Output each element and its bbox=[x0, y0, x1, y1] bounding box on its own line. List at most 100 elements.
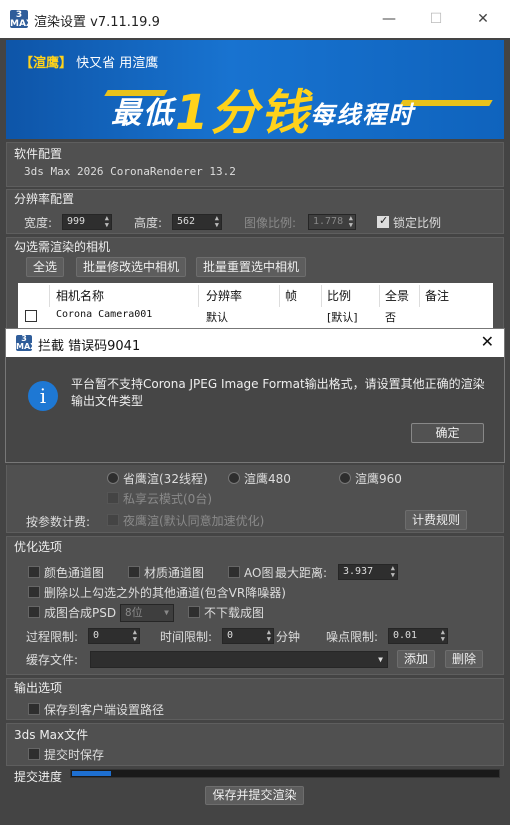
height-input[interactable]: 562 ▲ ▼ bbox=[172, 214, 222, 230]
close-button[interactable]: ✕ bbox=[466, 6, 500, 32]
add-cache-button[interactable]: 添加 bbox=[397, 650, 435, 668]
resolution-title: 分辨率配置 bbox=[14, 192, 75, 206]
submit-progress-label: 提交进度 bbox=[14, 770, 63, 784]
spinner-arrows-icon: ▲ ▼ bbox=[348, 214, 353, 229]
camera-resolution[interactable]: 默认 bbox=[206, 309, 228, 325]
render-option-1-label: 省鹰渲(32线程) bbox=[123, 472, 208, 486]
title-bar: 3 MAX 渲染设置 v7.11.19.9 — ☐ ✕ bbox=[0, 0, 510, 38]
save-client-path-checkbox[interactable] bbox=[28, 703, 40, 715]
batch-modify-button[interactable]: 批量修改选中相机 bbox=[76, 257, 186, 277]
camera-row-checkbox[interactable] bbox=[25, 310, 37, 322]
spinner-arrows-icon[interactable]: ▲ ▼ bbox=[133, 629, 137, 643]
ratio-value: 1.778 bbox=[313, 216, 344, 227]
minute-label: 分钟 bbox=[276, 630, 301, 644]
maximize-button[interactable]: ☐ bbox=[419, 6, 453, 32]
select-all-button[interactable]: 全选 bbox=[26, 257, 64, 277]
max-distance-label: 最大距离: bbox=[275, 566, 328, 580]
batch-reset-button[interactable]: 批量重置选中相机 bbox=[196, 257, 306, 277]
dialog-close-button[interactable]: ✕ bbox=[481, 332, 494, 351]
banner-tagline: 【渲鹰】 快又省 用渲鹰 bbox=[20, 52, 158, 71]
spinner-arrows-icon[interactable]: ▲ ▼ bbox=[105, 215, 109, 229]
spinner-arrows-icon[interactable]: ▲ ▼ bbox=[441, 629, 445, 643]
billing-rules-button[interactable]: 计费规则 bbox=[405, 510, 467, 530]
column-header-panorama[interactable]: 全景 bbox=[385, 287, 409, 304]
ao-checkbox[interactable] bbox=[228, 566, 240, 578]
billing-label: 按参数计费: bbox=[26, 515, 91, 529]
bit-depth-value: 8位 bbox=[125, 606, 143, 619]
dialog-title-bar: 3 MAX 拦截 错误码9041 ✕ bbox=[6, 329, 504, 357]
save-client-path-label: 保存到客户端设置路径 bbox=[44, 703, 165, 717]
output-title: 输出选项 bbox=[14, 681, 63, 695]
render-option-2-radio[interactable] bbox=[228, 472, 240, 484]
column-header-name[interactable]: 相机名称 bbox=[56, 287, 104, 304]
max-distance-value: 3.937 bbox=[343, 566, 374, 577]
dialog-title: 拦截 错误码9041 bbox=[38, 339, 141, 354]
delete-channels-checkbox[interactable] bbox=[28, 586, 40, 598]
banner-prefix: 最低 bbox=[111, 96, 175, 131]
height-value: 562 bbox=[177, 216, 196, 227]
column-divider bbox=[198, 285, 199, 307]
lock-ratio-checkbox[interactable] bbox=[377, 214, 389, 228]
3dsmax-logo-icon: 3 MAX bbox=[10, 10, 33, 29]
time-limit-value: 0 bbox=[227, 630, 234, 641]
ratio-input: 1.778 ▲ ▼ bbox=[308, 214, 356, 230]
width-value: 999 bbox=[67, 216, 86, 227]
spinner-arrows-icon[interactable]: ▲ ▼ bbox=[391, 565, 395, 579]
camera-panorama[interactable]: 否 bbox=[385, 309, 396, 325]
no-download-checkbox[interactable] bbox=[188, 606, 200, 618]
height-label: 高度: bbox=[134, 216, 163, 230]
noise-limit-label: 噪点限制: bbox=[326, 630, 379, 644]
process-limit-input[interactable]: 0 ▲ ▼ bbox=[88, 628, 140, 644]
camera-ratio[interactable]: [默认] bbox=[327, 309, 358, 325]
banner-price: 1分钱 bbox=[175, 85, 311, 139]
spinner-arrows-icon[interactable]: ▲ ▼ bbox=[267, 629, 271, 643]
process-limit-value: 0 bbox=[93, 630, 100, 641]
column-header-frame[interactable]: 帧 bbox=[285, 287, 297, 304]
save-on-submit-label: 提交时保存 bbox=[44, 748, 105, 762]
minimize-button[interactable]: — bbox=[372, 6, 406, 32]
bit-depth-select: 8位 ▼ bbox=[120, 604, 174, 622]
cache-file-select[interactable]: ▼ bbox=[90, 651, 388, 668]
spinner-arrows-icon[interactable]: ▲ ▼ bbox=[215, 215, 219, 229]
width-input[interactable]: 999 ▲ ▼ bbox=[62, 214, 112, 230]
color-channel-checkbox[interactable] bbox=[28, 566, 40, 578]
psd-checkbox[interactable] bbox=[28, 606, 40, 618]
process-limit-label: 过程限制: bbox=[26, 630, 79, 644]
banner-tagline-text: 快又省 用渲鹰 bbox=[76, 56, 159, 71]
column-divider bbox=[379, 285, 380, 307]
render-option-3-radio[interactable] bbox=[339, 472, 351, 484]
time-limit-input[interactable]: 0 ▲ ▼ bbox=[222, 628, 274, 644]
column-header-note[interactable]: 备注 bbox=[425, 287, 449, 304]
ao-label: AO图 bbox=[244, 566, 274, 580]
save-on-submit-checkbox[interactable] bbox=[28, 748, 40, 760]
banner-headline: 最低1分钱每线程时 bbox=[111, 73, 414, 139]
submit-progress-bar bbox=[70, 769, 500, 778]
software-value: 3ds Max 2026 CoronaRenderer 13.2 bbox=[24, 165, 236, 178]
render-settings-window: 3 MAX 渲染设置 v7.11.19.9 — ☐ ✕ 【渲鹰】 快又省 用渲鹰… bbox=[0, 0, 510, 825]
window-title: 渲染设置 v7.11.19.9 bbox=[34, 15, 160, 30]
cache-file-label: 缓存文件: bbox=[26, 653, 79, 667]
width-label: 宽度: bbox=[24, 216, 53, 230]
banner-suffix: 每线程时 bbox=[310, 101, 415, 129]
material-channel-checkbox[interactable] bbox=[128, 566, 140, 578]
submit-progress-fill bbox=[72, 771, 111, 776]
night-render-label: 夜鹰渲(默认同意加速优化) bbox=[123, 514, 265, 528]
dialog-ok-button[interactable]: 确定 bbox=[411, 423, 484, 443]
promo-banner[interactable]: 【渲鹰】 快又省 用渲鹰 最低1分钱每线程时 bbox=[6, 40, 504, 139]
delete-cache-button[interactable]: 删除 bbox=[445, 650, 483, 668]
noise-limit-input[interactable]: 0.01 ▲ ▼ bbox=[388, 628, 448, 644]
save-and-submit-button[interactable]: 保存并提交渲染 bbox=[205, 786, 304, 805]
error-dialog: 3 MAX 拦截 错误码9041 ✕ i 平台暂不支持Corona JPEG I… bbox=[5, 328, 505, 463]
max-distance-input[interactable]: 3.937 ▲ ▼ bbox=[338, 564, 398, 580]
3dsmax-logo-icon: 3 MAX bbox=[16, 334, 37, 351]
render-option-1-radio[interactable] bbox=[107, 472, 119, 484]
delete-channels-label: 删除以上勾选之外的其他通道(包含VR降噪器) bbox=[44, 586, 286, 600]
column-divider bbox=[321, 285, 322, 307]
column-header-resolution[interactable]: 分辨率 bbox=[206, 287, 242, 304]
private-cloud-label: 私享云模式(0台) bbox=[123, 492, 212, 506]
camera-name[interactable]: Corona Camera001 bbox=[56, 309, 152, 320]
column-header-ratio[interactable]: 比例 bbox=[327, 287, 351, 304]
dialog-message: 平台暂不支持Corona JPEG Image Format输出格式，请设置其他… bbox=[71, 377, 485, 408]
chevron-down-icon[interactable]: ▼ bbox=[378, 653, 383, 667]
night-render-checkbox bbox=[107, 514, 119, 526]
